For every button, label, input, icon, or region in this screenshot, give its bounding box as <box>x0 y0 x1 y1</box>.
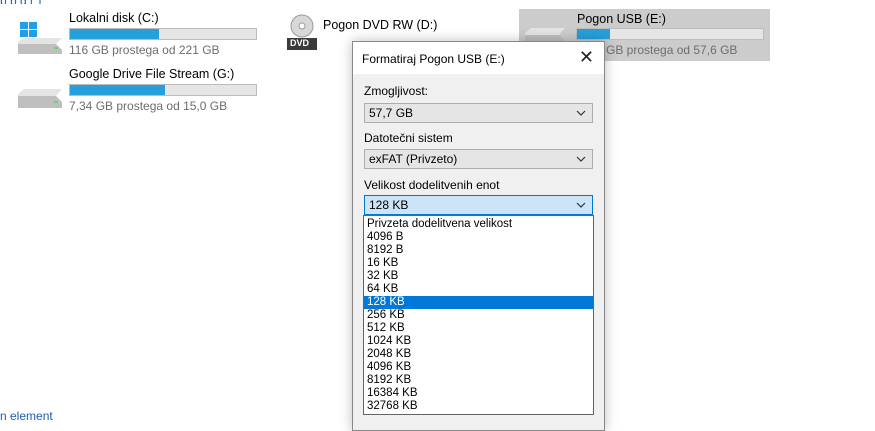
drive-g-tile[interactable]: Google Drive File Stream (G:) 7,34 GB pr… <box>14 66 264 116</box>
alloc-option[interactable]: 512 KB <box>364 322 593 335</box>
alloc-option[interactable]: 4096 B <box>364 231 593 244</box>
alloc-unit-select[interactable]: 128 KB <box>364 195 593 215</box>
alloc-unit-label: Velikost dodelitvenih enot <box>364 178 500 192</box>
drive-c-usage-bar <box>69 28 257 40</box>
chevron-down-icon <box>576 156 586 162</box>
drive-c-tile[interactable]: Lokalni disk (C:) 116 GB prostega od 221… <box>14 10 264 60</box>
dialog-titlebar[interactable]: Formatiraj Pogon USB (E:) ✕ <box>353 42 604 74</box>
chevron-down-icon <box>576 202 586 208</box>
dvd-drive-icon <box>287 14 317 50</box>
filesystem-label: Datotečni sistem <box>364 131 453 145</box>
windows-drive-icon <box>18 22 62 54</box>
drive-g-usage-fill <box>70 85 165 95</box>
alloc-option[interactable]: 16384 KB <box>364 387 593 400</box>
close-icon[interactable]: ✕ <box>579 48 594 66</box>
truncated-top-text: p p g ( ) <box>0 0 200 4</box>
drive-g-free-space: 7,34 GB prostega od 15,0 GB <box>69 99 228 113</box>
alloc-option[interactable]: 8192 KB <box>364 374 593 387</box>
alloc-option[interactable]: 4096 KB <box>364 361 593 374</box>
alloc-option[interactable]: 8192 B <box>364 244 593 257</box>
alloc-option[interactable]: 64 KB <box>364 283 593 296</box>
drive-d-name: Pogon DVD RW (D:) <box>323 18 438 32</box>
drive-g-name: Google Drive File Stream (G:) <box>69 67 235 81</box>
drive-g-usage-bar <box>69 84 257 96</box>
hard-drive-icon <box>18 89 62 108</box>
alloc-option[interactable]: 1024 KB <box>364 335 593 348</box>
capacity-label: Zmogljivost: <box>364 84 429 98</box>
alloc-option[interactable]: 2048 KB <box>364 348 593 361</box>
filesystem-select[interactable]: exFAT (Privzeto) <box>364 149 593 169</box>
alloc-option[interactable]: 32 KB <box>364 270 593 283</box>
dialog-title: Formatiraj Pogon USB (E:) <box>362 52 505 66</box>
alloc-unit-dropdown-list: Privzeta dodelitvena velikost 4096 B 819… <box>363 215 594 415</box>
alloc-unit-value: 128 KB <box>369 198 409 212</box>
drive-e-free-space: GB prostega od 57,6 GB <box>606 43 738 57</box>
drive-c-name: Lokalni disk (C:) <box>69 11 159 25</box>
alloc-option[interactable]: 32768 KB <box>364 400 593 413</box>
dvd-icon-label: DVD <box>290 38 310 48</box>
drive-e-name: Pogon USB (E:) <box>577 12 666 26</box>
alloc-option[interactable]: 16 KB <box>364 257 593 270</box>
alloc-option[interactable]: 256 KB <box>364 309 593 322</box>
alloc-option[interactable]: Privzeta dodelitvena velikost <box>364 218 593 231</box>
chevron-down-icon <box>576 110 586 116</box>
drive-c-free-space: 116 GB prostega od 221 GB <box>69 43 220 57</box>
capacity-value: 57,7 GB <box>369 106 414 120</box>
capacity-select[interactable]: 57,7 GB <box>364 103 593 123</box>
bottom-status-text: n element <box>0 409 53 423</box>
drive-e-usage-fill <box>577 29 611 39</box>
drive-e-usage-bar <box>576 28 764 40</box>
drive-c-usage-fill <box>70 29 160 39</box>
filesystem-value: exFAT (Privzeto) <box>369 152 458 166</box>
alloc-option[interactable]: 128 KB <box>364 296 593 309</box>
